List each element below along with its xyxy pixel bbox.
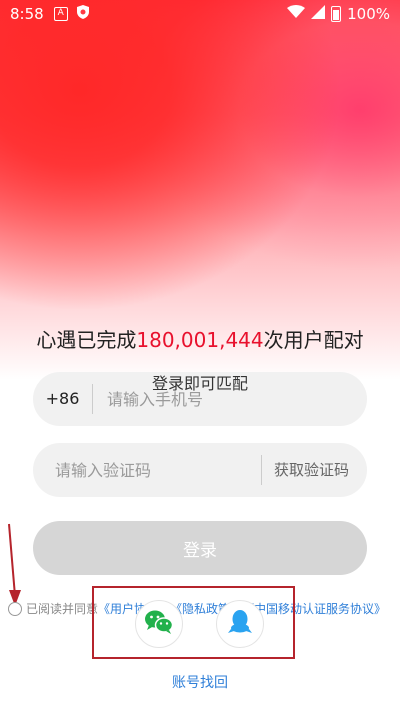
status-bar: 8:58 A 100% (0, 0, 400, 28)
headline-suffix: 次用户配对 (263, 328, 364, 352)
status-time: 8:58 (10, 5, 44, 23)
match-count-headline: 心遇已完成180,001,444次用户配对 (0, 324, 400, 353)
wechat-icon (144, 609, 174, 639)
header-gradient (0, 0, 400, 380)
qq-login-button[interactable] (216, 600, 264, 648)
shield-icon (76, 4, 90, 24)
qq-icon (228, 609, 252, 639)
battery-icon (331, 6, 342, 22)
headline-prefix: 心遇已完成 (36, 328, 137, 352)
code-field: 获取验证码 (33, 443, 367, 497)
wechat-login-button[interactable] (135, 600, 183, 648)
wifi-icon (287, 5, 306, 23)
match-count: 180,001,444 (136, 328, 264, 352)
agreement-text: 已阅读并同意 (26, 602, 99, 616)
account-recovery-link[interactable]: 账号找回 (0, 672, 400, 692)
app-notification-icon: A (53, 7, 68, 21)
login-hint: 登录即可匹配 (151, 374, 248, 393)
verification-code-input[interactable] (33, 443, 261, 497)
login-button[interactable]: 登录 (33, 521, 367, 575)
status-right: 100% (287, 5, 390, 23)
battery-percent: 100% (347, 5, 390, 23)
agreement-radio[interactable] (8, 601, 22, 616)
red-highlight-box (92, 586, 295, 659)
get-code-button[interactable]: 获取验证码 (260, 455, 367, 485)
signal-icon (311, 5, 326, 23)
